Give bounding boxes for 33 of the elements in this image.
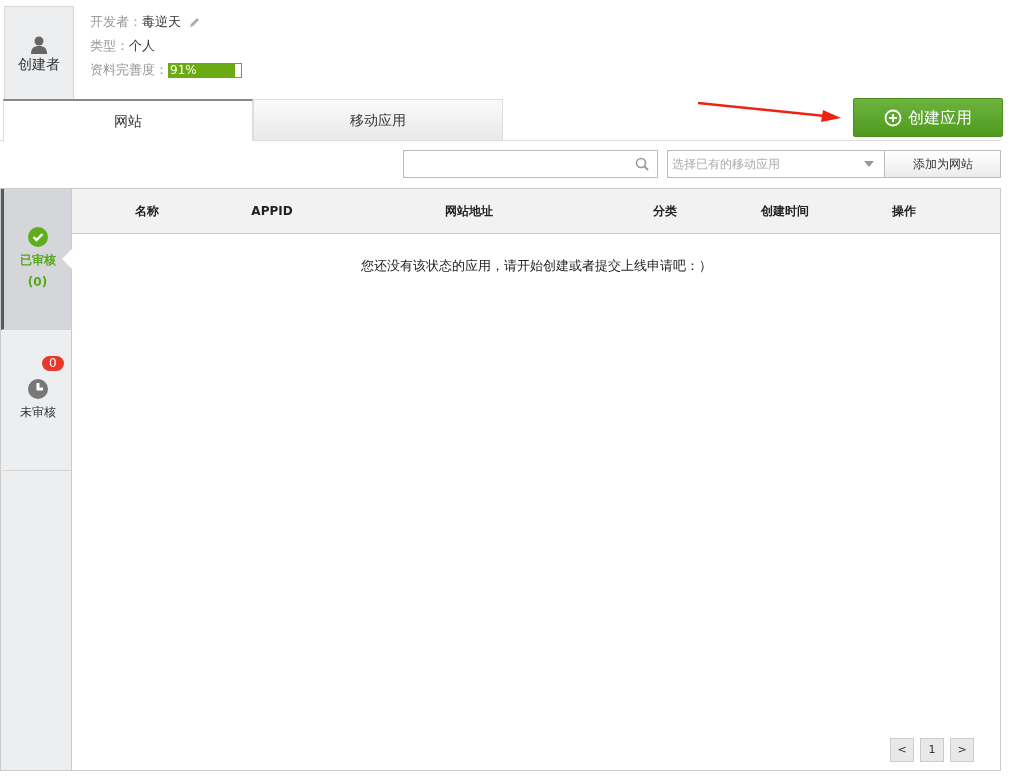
column-header: 分类 <box>652 203 678 220</box>
search-field[interactable] <box>403 150 658 178</box>
field-label: 开发者： <box>90 13 142 31</box>
column-header: APPID <box>250 203 294 220</box>
field-label: 类型： <box>90 37 129 55</box>
add-as-website-button[interactable]: 添加为网站 <box>885 150 1001 178</box>
tab[interactable]: 移动应用 <box>253 99 503 140</box>
column-header: 创建时间 <box>760 203 810 220</box>
status-label: 未审核 <box>19 404 56 421</box>
caret-icon <box>864 161 874 167</box>
page-button[interactable]: < <box>890 738 914 762</box>
status-label: 已审核 <box>19 252 56 269</box>
progress-fill: 91% <box>169 63 235 77</box>
page-button[interactable]: 1 <box>920 738 944 762</box>
pointer-notch <box>62 249 72 269</box>
field-label: 资料完善度： <box>90 61 168 79</box>
count-badge: 0 <box>42 356 64 371</box>
status-count: (0) <box>27 274 48 291</box>
plus-circle-icon <box>884 108 902 127</box>
clock-icon <box>27 379 48 399</box>
pencil-icon[interactable] <box>189 16 201 28</box>
empty-message: 您还没有该状态的应用，请开始创建或者提交上线申请吧：） <box>360 258 712 273</box>
avatar-label: 创建者 <box>18 54 60 74</box>
field-value: 个人 <box>129 37 155 55</box>
tab[interactable]: 网站 <box>3 99 253 141</box>
field-value: 毒逆天 <box>142 13 181 31</box>
column-header: 名称 <box>134 203 160 220</box>
person-icon <box>30 35 48 54</box>
check-icon <box>27 227 48 247</box>
search-icon[interactable] <box>635 157 649 171</box>
column-header: 操作 <box>890 203 917 220</box>
page-button[interactable]: > <box>950 738 974 762</box>
column-header: 网站地址 <box>443 203 494 220</box>
